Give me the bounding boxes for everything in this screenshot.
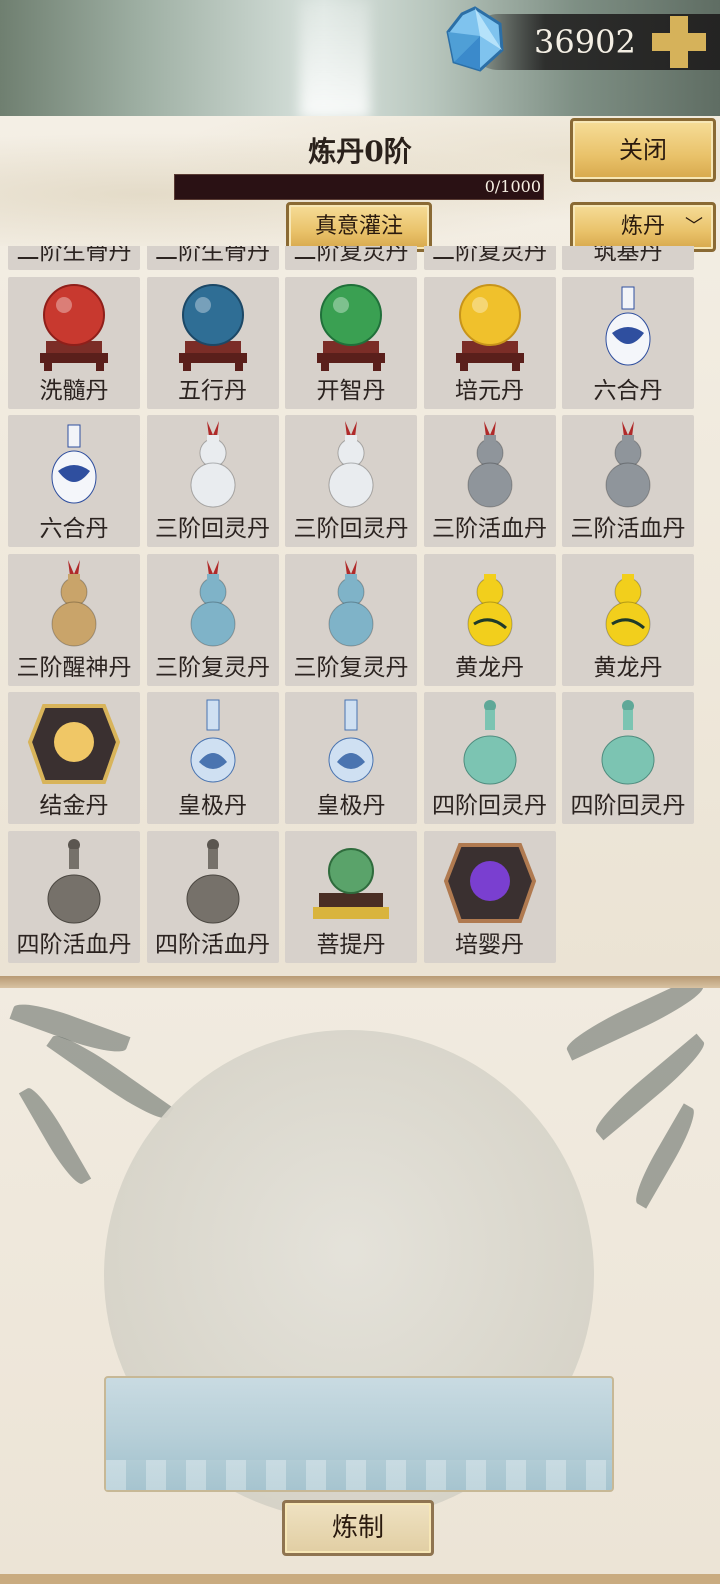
pill-name: 皇极丹 (316, 793, 386, 819)
pill-name: 三阶回灵丹 (293, 516, 409, 542)
blue-gourd-icon (328, 559, 374, 646)
ingredient-panel (104, 1376, 614, 1492)
pill-name: 黄龙丹 (455, 654, 524, 681)
pill-name: 三阶醒神丹 (16, 654, 132, 681)
pill-item[interactable]: 六合丹 (8, 415, 140, 547)
white-gourd-icon (328, 421, 374, 508)
golden-pearl-box-icon (27, 704, 121, 784)
gray-bottle-icon (186, 838, 239, 923)
pill-item[interactable]: 三阶活血丹 (562, 415, 694, 547)
yellow-dragon-gourd-icon (605, 573, 651, 646)
infuse-button[interactable]: 真意灌注 (286, 202, 432, 252)
pill-item[interactable]: 二阶复灵丹 (423, 246, 556, 270)
pill-item[interactable]: 结金丹 (8, 692, 140, 824)
pill-name: 培婴丹 (455, 931, 524, 958)
close-button[interactable]: 关闭 (570, 118, 716, 182)
pill-name: 五行丹 (178, 377, 247, 404)
pill-name: 菩提丹 (316, 931, 386, 958)
pill-item[interactable]: 三阶醒神丹 (8, 553, 140, 686)
bottom-border (0, 1574, 720, 1584)
pill-item[interactable]: 五行丹 (146, 276, 279, 409)
pill-name: 三阶回灵丹 (155, 516, 270, 542)
spirit-stone-icon (446, 6, 504, 72)
lotus-vase-icon (190, 699, 235, 783)
pill-item[interactable]: 二阶复灵丹 (285, 246, 417, 270)
pill-item[interactable]: 三阶活血丹 (423, 415, 556, 547)
pill-item[interactable]: 四阶活血丹 (8, 830, 140, 963)
pill-grid[interactable]: 二阶生骨丹 二阶生骨丹 二阶复灵丹 二阶复灵丹 筑基丹 洗髓丹 五行丹 开智丹 培元丹 六合丹 六合… (0, 246, 720, 972)
pill-name: 六合丹 (39, 516, 109, 542)
pill-name: 筑基丹 (593, 246, 663, 265)
pill-name: 四阶活血丹 (155, 931, 270, 958)
pill-name: 黄龙丹 (593, 654, 663, 681)
pill-item[interactable]: 开智丹 (285, 276, 417, 409)
pill-name: 二阶生骨丹 (16, 246, 132, 265)
pill-item[interactable]: 皇极丹 (285, 692, 417, 824)
pill-name: 六合丹 (593, 377, 663, 404)
gray-gourd-icon (605, 421, 651, 508)
pill-item[interactable]: 四阶回灵丹 (562, 692, 694, 824)
pill-item[interactable]: 菩提丹 (285, 830, 417, 963)
pill-item[interactable]: 三阶回灵丹 (285, 415, 417, 547)
pill-name: 二阶复灵丹 (432, 246, 547, 265)
pill-name: 四阶活血丹 (16, 931, 132, 958)
green-orb-stand-icon (317, 283, 385, 371)
pill-item[interactable]: 黄龙丹 (423, 553, 556, 686)
pill-item[interactable]: 黄龙丹 (562, 553, 694, 686)
pill-item[interactable]: 培婴丹 (423, 830, 556, 963)
pill-item[interactable]: 四阶回灵丹 (423, 692, 556, 824)
yellow-dragon-gourd-icon (467, 573, 512, 646)
white-gourd-icon (190, 421, 235, 508)
pill-name: 三阶活血丹 (570, 516, 686, 542)
pill-name: 二阶生骨丹 (155, 246, 270, 265)
gray-gourd-icon (467, 421, 512, 508)
pill-name: 四阶回灵丹 (432, 793, 547, 819)
pill-item[interactable]: 二阶生骨丹 (8, 246, 140, 270)
add-currency-icon[interactable] (650, 14, 708, 70)
pill-name: 二阶复灵丹 (293, 246, 409, 265)
pill-name: 开智丹 (316, 377, 386, 404)
pill-item[interactable]: 二阶生骨丹 (146, 246, 279, 270)
blue-orb-stand-icon (178, 283, 247, 371)
yellow-orb-stand-icon (455, 283, 524, 371)
panel-title: 炼丹0阶 (308, 135, 412, 168)
progress-text: 0/1000 (484, 177, 541, 196)
purple-pearl-box-icon (443, 842, 536, 923)
progress-bar: 0/1000 (174, 174, 544, 200)
type-select-value: 炼丹 (621, 214, 666, 239)
pill-name: 皇极丹 (178, 793, 247, 819)
pill-item[interactable]: 培元丹 (423, 276, 556, 409)
pill-item[interactable]: 筑基丹 (562, 246, 694, 270)
type-select[interactable]: 炼丹 ﹀ (570, 202, 716, 252)
pill-item[interactable]: 三阶回灵丹 (146, 415, 279, 547)
pill-name: 培元丹 (455, 377, 524, 404)
pill-name: 结金丹 (39, 793, 109, 819)
divider (0, 976, 720, 988)
pill-name: 洗髓丹 (39, 377, 109, 404)
lotus-vase-icon (328, 699, 374, 783)
blue-gourd-icon (190, 559, 235, 646)
pill-item[interactable]: 三阶复灵丹 (146, 553, 279, 686)
pill-name: 三阶复灵丹 (293, 654, 409, 681)
pill-item[interactable]: 洗髓丹 (8, 276, 140, 409)
pill-item[interactable]: 四阶活血丹 (146, 830, 279, 963)
gray-bottle-icon (47, 838, 101, 923)
blue-white-vase-icon (51, 424, 97, 504)
tan-gourd-icon (51, 559, 97, 646)
pill-item[interactable]: 六合丹 (562, 276, 694, 409)
pill-item[interactable]: 三阶复灵丹 (285, 553, 417, 686)
refine-button[interactable]: 炼制 (282, 1500, 434, 1556)
currency-value: 36902 (534, 23, 636, 61)
pill-name: 三阶活血丹 (432, 516, 547, 542)
celadon-bottle-icon (601, 700, 655, 785)
red-orb-stand-icon (40, 283, 108, 371)
pill-name: 四阶回灵丹 (570, 793, 686, 819)
green-orb-gold-stand-icon (313, 847, 389, 919)
pill-name: 三阶复灵丹 (155, 654, 270, 681)
chevron-down-icon: ﹀ (685, 216, 703, 237)
celadon-bottle-icon (463, 700, 516, 785)
blue-white-vase-icon (605, 286, 651, 365)
pill-item[interactable]: 皇极丹 (146, 692, 279, 824)
